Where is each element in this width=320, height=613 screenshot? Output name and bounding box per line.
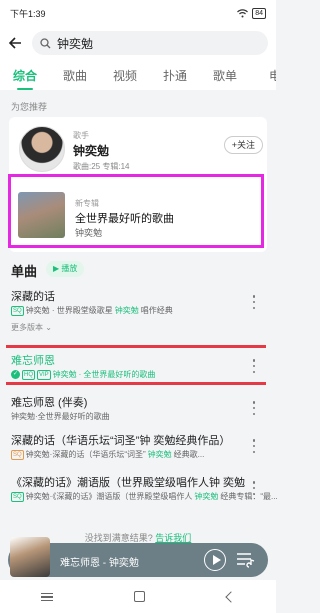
status-icons: 84 [237, 7, 266, 19]
song-subtitle-text: 全世界最好听的歌曲 [83, 370, 156, 379]
tab-radio[interactable]: 电 [250, 67, 276, 84]
check-icon: ✓ [11, 370, 20, 379]
more-options-icon[interactable] [252, 401, 256, 415]
search-tabs: 综合 歌曲 视频 扑通 歌单 电 [0, 60, 276, 90]
song-subtitle-text: 钟奕勉·《深藏的话》潮语版（世界殿堂级唱作人 [25, 492, 193, 501]
album-entry[interactable]: 新专辑 全世界最好听的歌曲 钟奕勉 [9, 180, 249, 240]
status-bar: 下午1:39 84 [0, 0, 276, 26]
vip-badge: VIP [37, 369, 51, 380]
song-title: 深藏的话（华语乐坛“词圣”钟 奕勉经典作品） [11, 435, 231, 447]
play-all-label: 播放 [61, 264, 78, 273]
singer-role: 歌手 [73, 131, 89, 140]
more-versions-label: 更多版本 [11, 323, 43, 332]
more-options-icon[interactable] [252, 295, 256, 309]
player-cover [10, 537, 50, 577]
player-title: 难忘师恩 - 钟奕勉 [60, 558, 139, 569]
song-row[interactable]: 深藏的话（华语乐坛“词圣”钟 奕勉经典作品） SQ 钟奕勉·深藏的话（华语乐坛“词… [0, 428, 276, 466]
singer-meta: 歌曲:25 专辑:14 [73, 162, 130, 171]
search-input[interactable]: 钟奕勉 [32, 31, 268, 55]
tab-playlists[interactable]: 歌单 [200, 67, 250, 84]
album-artist: 钟奕勉 [75, 228, 103, 238]
singer-entry[interactable]: 歌手 钟奕勉 歌曲:25 专辑:14 +关注 [19, 126, 263, 174]
song-subtitle-text: · [78, 370, 82, 379]
search-icon [40, 37, 51, 48]
album-title: 全世界最好听的歌曲 [75, 213, 174, 225]
singer-name: 钟奕勉 [73, 144, 110, 158]
tab-videos[interactable]: 视频 [100, 67, 150, 84]
follow-button[interactable]: +关注 [223, 136, 263, 154]
songs-title: 单曲 [11, 264, 38, 279]
back-arrow-icon [8, 37, 21, 49]
song-row[interactable]: 难忘师恩 (伴奏) 钟奕勉·全世界最好听的歌曲 [0, 390, 276, 424]
song-subtitle-text: 钟奕勉·全世界最好听的歌曲 [11, 412, 110, 421]
playlist-icon[interactable] [236, 551, 256, 569]
more-options-icon[interactable] [252, 439, 256, 453]
album-cover [18, 192, 65, 238]
singer-avatar [19, 126, 65, 172]
more-options-icon[interactable] [252, 359, 256, 373]
tab-comprehensive[interactable]: 综合 [0, 67, 50, 90]
nav-back-icon[interactable] [225, 590, 237, 603]
play-all-button[interactable]: ▶ 播放 [46, 261, 85, 277]
song-row-playing[interactable]: 难忘师恩 ✓ HQ VIP 钟奕勉 · 全世界最好听的歌曲 [0, 348, 276, 382]
battery-icon: 84 [252, 7, 266, 19]
songs-header: 单曲 ▶ 播放 [0, 252, 276, 284]
system-nav-bar [0, 580, 276, 613]
wifi-icon [237, 8, 249, 17]
song-subtitle: 钟奕勉·全世界最好听的歌曲 [11, 411, 110, 422]
back-button[interactable] [6, 34, 24, 52]
quality-badge: SQ [11, 305, 24, 316]
song-subtitle: SQ 钟奕勉·《深藏的话》潮语版（世界殿堂级唱作人 钟奕勉 经典专辑：“最... [11, 491, 278, 502]
more-options-icon[interactable] [252, 481, 256, 495]
song-subtitle-highlight: 钟奕勉 [114, 306, 139, 315]
search-query: 钟奕勉 [57, 36, 94, 51]
song-subtitle-highlight: 钟奕勉 [194, 492, 219, 501]
song-subtitle-highlight: 钟奕勉 [147, 450, 172, 459]
song-subtitle: SQ 钟奕勉 · 世界殿堂级歌星 钟奕勉 唱作经典 [11, 305, 173, 316]
tab-putong[interactable]: 扑通 [150, 67, 200, 84]
no-result-text: 没找到满意结果? [84, 533, 153, 543]
song-row[interactable]: 《深藏的话》潮语版（世界殿堂级唱作人钟 奕勉 SQ 钟奕勉·《深藏的话》潮语版（世… [0, 470, 278, 508]
quality-badge: SQ [11, 449, 24, 460]
song-subtitle-text: 钟奕勉 · 世界殿堂级歌星 [25, 306, 113, 315]
menu-icon[interactable] [40, 592, 53, 601]
song-subtitle: SQ 钟奕勉·深藏的话（华语乐坛“词圣” 钟奕勉 经典歌... [11, 449, 204, 460]
status-time: 下午1:39 [10, 8, 46, 19]
mini-player[interactable]: 难忘师恩 - 钟奕勉 [8, 537, 268, 577]
tab-songs[interactable]: 歌曲 [50, 67, 100, 84]
song-title: 难忘师恩 [11, 355, 55, 367]
song-title: 《深藏的话》潮语版（世界殿堂级唱作人钟 奕勉 [11, 477, 246, 489]
song-subtitle-highlight: 钟奕勉 [52, 370, 77, 379]
song-title: 难忘师恩 (伴奏) [11, 397, 88, 409]
song-subtitle-text: 唱作经典 [140, 306, 173, 315]
song-subtitle-text: 经典歌... [173, 450, 205, 459]
song-subtitle-text: 钟奕勉·深藏的话（华语乐坛“词圣” [25, 450, 146, 459]
play-icon[interactable] [204, 549, 226, 571]
song-title: 深藏的话 [11, 291, 55, 303]
search-bar: 钟奕勉 [0, 26, 276, 60]
album-role: 新专辑 [75, 199, 99, 208]
recommend-title: 为您推荐 [11, 102, 48, 112]
song-row[interactable]: 深藏的话 SQ 钟奕勉 · 世界殿堂级歌星 钟奕勉 唱作经典 [0, 284, 276, 320]
feedback-link[interactable]: 告诉我们 [155, 533, 191, 543]
more-versions-link[interactable]: 更多版本 ⌄ [11, 322, 52, 333]
song-subtitle: ✓ HQ VIP 钟奕勉 · 全世界最好听的歌曲 [11, 369, 155, 380]
song-subtitle-text: 经典专辑：“最... [220, 492, 278, 501]
quality-badge: SQ [11, 491, 24, 502]
quality-badge: HQ [22, 369, 35, 380]
home-icon[interactable] [134, 591, 146, 602]
